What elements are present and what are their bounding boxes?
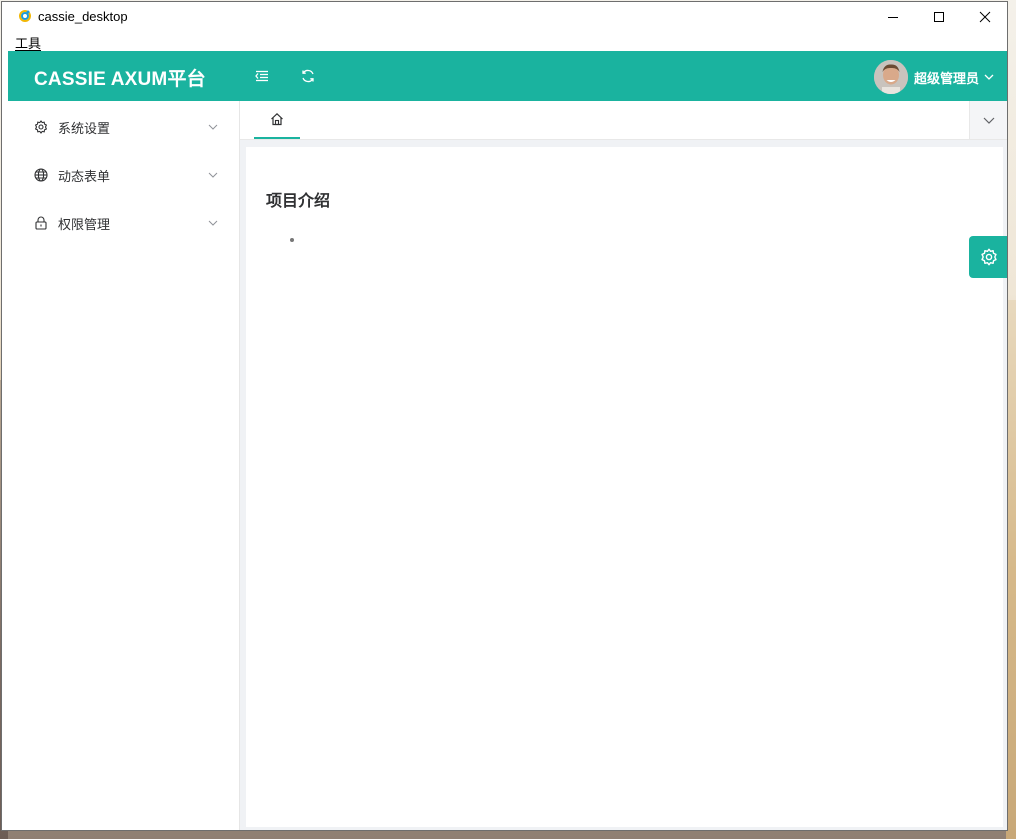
window-title: cassie_desktop	[38, 9, 128, 24]
menu-bar: 工具	[2, 32, 1007, 52]
maximize-button[interactable]	[916, 2, 962, 32]
settings-drawer-button[interactable]	[969, 236, 1007, 278]
chevron-down-icon	[983, 117, 995, 124]
sidebar-item-label: 权限管理	[58, 217, 111, 233]
app-window: cassie_desktop 工具 CASSIE AXUM平台 超级管理员 系统…	[1, 1, 1008, 831]
page-title: 项目介绍	[266, 191, 331, 210]
app-logo-icon	[19, 10, 31, 22]
sidebar-item-system-settings[interactable]: 系统设置	[8, 103, 239, 151]
menu-fold-icon	[255, 70, 268, 82]
collapse-menu-button[interactable]	[252, 66, 272, 86]
user-menu[interactable]: 超级管理员	[873, 60, 994, 94]
chevron-down-icon	[208, 172, 218, 178]
minimize-button[interactable]	[870, 2, 916, 32]
chevron-down-icon	[984, 74, 994, 80]
tabs-dropdown-button[interactable]	[969, 101, 1007, 139]
home-icon	[271, 112, 283, 126]
lock-icon	[35, 216, 47, 230]
chevron-down-icon	[208, 124, 218, 130]
tab-home[interactable]	[254, 101, 300, 139]
sidebar-item-label: 动态表单	[58, 169, 111, 185]
menu-item-tools[interactable]: 工具	[15, 33, 41, 52]
sidebar-item-permissions[interactable]: 权限管理	[8, 199, 239, 247]
minimize-icon	[888, 17, 898, 18]
close-icon	[979, 11, 991, 23]
gear-icon	[35, 120, 47, 134]
title-bar[interactable]: cassie_desktop	[2, 2, 1007, 32]
avatar-photo	[873, 60, 908, 94]
sidebar-item-dynamic-form[interactable]: 动态表单	[8, 151, 239, 199]
brand-title: CASSIE AXUM平台	[34, 69, 206, 90]
maximize-icon	[934, 12, 944, 22]
tabs-bar	[240, 101, 1007, 140]
close-button[interactable]	[962, 2, 1007, 32]
refresh-button[interactable]	[298, 66, 318, 86]
chevron-down-icon	[208, 220, 218, 226]
sidebar-item-label: 系统设置	[58, 121, 111, 137]
sidebar: 系统设置 动态表单 权限管理	[8, 101, 240, 830]
list-item-bullet	[290, 238, 294, 242]
refresh-icon	[302, 69, 314, 83]
main-area: 项目介绍	[240, 101, 1007, 830]
avatar[interactable]	[873, 60, 908, 94]
app-header: CASSIE AXUM平台 超级管理员	[8, 51, 1007, 101]
gear-icon	[981, 248, 997, 266]
content-card: 项目介绍	[246, 147, 1003, 827]
globe-icon	[34, 168, 48, 182]
user-name: 超级管理员	[913, 71, 979, 87]
